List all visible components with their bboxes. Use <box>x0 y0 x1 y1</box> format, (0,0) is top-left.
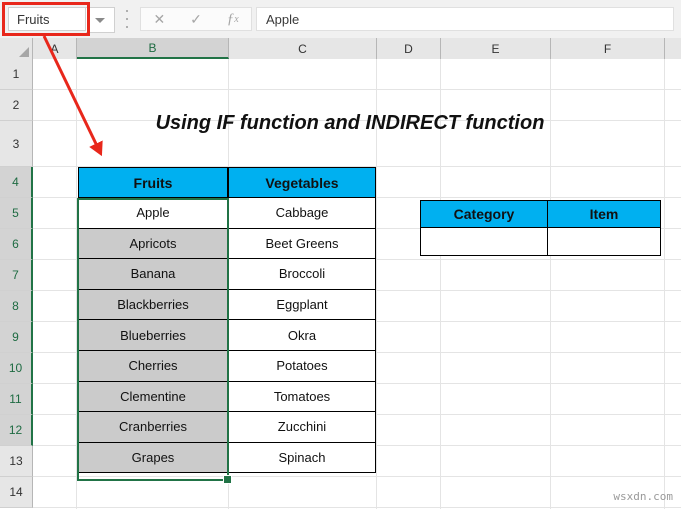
page-title: Using IF function and INDIRECT function <box>155 111 545 134</box>
table-cell-vegetable[interactable]: Okra <box>228 320 376 351</box>
lookup-table-row <box>421 228 660 255</box>
gridline <box>76 59 77 509</box>
watermark: wsxdn.com <box>613 490 673 503</box>
row-header-3[interactable]: 3 <box>0 121 33 167</box>
select-all-triangle-icon <box>19 47 29 57</box>
row-header-5[interactable]: 5 <box>0 198 33 229</box>
table-cell-vegetable[interactable]: Eggplant <box>228 289 376 321</box>
name-box-dropdown-button[interactable] <box>86 7 115 33</box>
table-cell-fruit[interactable]: Apricots <box>78 228 228 260</box>
column-header-f[interactable]: F <box>551 38 665 59</box>
lookup-table-header-row: Category Item <box>421 201 660 228</box>
lookup-header-category[interactable]: Category <box>421 201 548 228</box>
column-header-e[interactable]: E <box>441 38 551 59</box>
table-cell-fruit[interactable]: Cranberries <box>78 412 228 443</box>
table-cell-fruit[interactable]: Clementine <box>78 381 228 413</box>
kebab-dot <box>126 18 128 20</box>
row-header-9[interactable]: 9 <box>0 322 33 353</box>
formula-input[interactable]: Apple <box>256 7 674 31</box>
table-cell-vegetable[interactable]: Spinach <box>228 442 376 474</box>
table-cell-fruit[interactable]: Banana <box>78 259 228 290</box>
table-cell-vegetable[interactable]: Beet Greens <box>228 228 376 260</box>
vegetables-header[interactable]: Vegetables <box>228 167 376 198</box>
fruits-header[interactable]: Fruits <box>78 167 228 198</box>
column-header-g[interactable] <box>665 38 681 59</box>
formula-input-value: Apple <box>266 11 300 27</box>
table-cell-vegetable[interactable]: Cabbage <box>228 198 376 229</box>
gridline <box>664 59 665 509</box>
gridline <box>33 507 681 508</box>
lookup-cell-category[interactable] <box>421 228 548 255</box>
column-header-a[interactable]: A <box>33 38 77 59</box>
column-header-c[interactable]: C <box>229 38 377 59</box>
row-header-2[interactable]: 2 <box>0 90 33 121</box>
table-cell-vegetable[interactable]: Potatoes <box>228 350 376 382</box>
vegetables-column: Vegetables Cabbage Beet Greens Broccoli … <box>228 167 376 474</box>
name-box[interactable]: Fruits <box>8 7 86 31</box>
row-header-1[interactable]: 1 <box>0 59 33 90</box>
row-header-4[interactable]: 4 <box>0 167 33 198</box>
column-header-b[interactable]: B <box>77 38 229 59</box>
table-cell-vegetable[interactable]: Broccoli <box>228 259 376 290</box>
fx-icon[interactable]: ƒx <box>214 8 251 30</box>
table-cell-fruit[interactable]: Apple <box>78 198 228 229</box>
close-icon[interactable]: ✕ <box>141 8 178 30</box>
name-box-value: Fruits <box>17 11 50 27</box>
kebab-dot <box>126 10 128 12</box>
lookup-cell-item[interactable] <box>548 228 660 255</box>
spreadsheet-grid: A B C D E F 1 2 3 4 5 6 7 8 9 10 11 12 1… <box>0 38 681 509</box>
lookup-header-item[interactable]: Item <box>548 201 660 228</box>
table-cell-vegetable[interactable]: Tomatoes <box>228 381 376 413</box>
row-header-13[interactable]: 13 <box>0 446 33 477</box>
kebab-dot <box>126 26 128 28</box>
table-cell-fruit[interactable]: Blackberries <box>78 289 228 321</box>
gridline <box>33 476 681 477</box>
fill-handle[interactable] <box>223 475 232 484</box>
kebab-menu-icon[interactable] <box>120 10 134 28</box>
fruits-column: Fruits Apple Apricots Banana Blackberrie… <box>78 167 228 474</box>
table-cell-vegetable[interactable]: Zucchini <box>228 412 376 443</box>
row-header-6[interactable]: 6 <box>0 229 33 260</box>
row-header-14[interactable]: 14 <box>0 477 33 508</box>
row-header-11[interactable]: 11 <box>0 384 33 415</box>
column-header-d[interactable]: D <box>377 38 441 59</box>
table-cell-fruit[interactable]: Grapes <box>78 442 228 474</box>
row-header-12[interactable]: 12 <box>0 415 33 446</box>
chevron-down-icon <box>95 17 105 23</box>
check-icon[interactable]: ✓ <box>178 8 215 30</box>
formula-action-buttons: ✕ ✓ ƒx <box>140 7 252 31</box>
formula-bar: Fruits ✕ ✓ ƒx Apple <box>0 0 681 39</box>
gridline <box>33 89 681 90</box>
table-cell-fruit[interactable]: Cherries <box>78 350 228 382</box>
lookup-table: Category Item <box>420 200 661 256</box>
row-header-7[interactable]: 7 <box>0 260 33 291</box>
row-header-8[interactable]: 8 <box>0 291 33 322</box>
select-all-corner[interactable] <box>0 38 33 59</box>
row-header-10[interactable]: 10 <box>0 353 33 384</box>
table-cell-fruit[interactable]: Blueberries <box>78 320 228 351</box>
